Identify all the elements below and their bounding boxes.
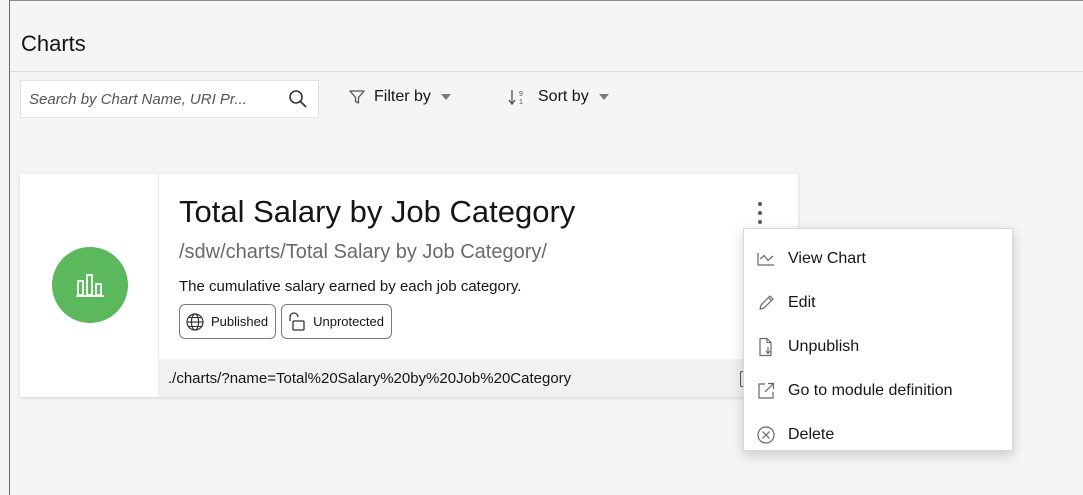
- pencil-icon: [759, 295, 774, 310]
- menu-item-label: Edit: [788, 294, 816, 311]
- chart-tags: Published Unprotected: [179, 304, 392, 339]
- chart-link-footer: ./charts/?name=Total%20Salary%20by%20Job…: [159, 359, 798, 397]
- sort-icon: 9 1: [508, 90, 523, 106]
- external-link-icon: [758, 382, 775, 399]
- globe-icon: [186, 312, 204, 331]
- line-chart-icon: [757, 253, 774, 266]
- chart-link[interactable]: ./charts/?name=Total%20Salary%20by%20Job…: [168, 370, 571, 387]
- page-title: Charts: [21, 31, 86, 56]
- chart-description: The cumulative salary earned by each job…: [179, 278, 522, 295]
- sort-by-label: Sort by: [538, 88, 589, 105]
- filter-icon: [349, 90, 365, 104]
- bar-chart-icon: [76, 274, 104, 297]
- chart-title[interactable]: Total Salary by Job Category: [179, 194, 575, 230]
- search-input[interactable]: [29, 90, 284, 108]
- menu-item-view-chart[interactable]: View Chart: [744, 237, 1012, 281]
- menu-item-edit[interactable]: Edit: [744, 281, 1012, 325]
- unlock-icon: [289, 311, 305, 331]
- menu-item-label: View Chart: [788, 250, 866, 267]
- published-tag: Published: [179, 304, 277, 339]
- menu-item-label: Go to module definition: [788, 382, 953, 399]
- chart-uri: /sdw/charts/Total Salary by Job Category…: [179, 241, 547, 263]
- window-top-border: [9, 0, 1083, 1]
- unpublish-document-icon: [759, 337, 772, 357]
- menu-item-label: Unpublish: [788, 338, 860, 355]
- unprotected-tag-label: Unprotected: [313, 314, 384, 329]
- menu-item-unpublish[interactable]: Unpublish: [744, 325, 1012, 369]
- filter-by-button[interactable]: Filter by: [348, 88, 451, 106]
- menu-item-label: Delete: [788, 426, 835, 443]
- published-tag-label: Published: [211, 314, 269, 329]
- svg-text:1: 1: [519, 99, 523, 106]
- chart-badge: [52, 247, 128, 323]
- search-box[interactable]: [20, 80, 319, 118]
- window-left-border: [9, 0, 10, 495]
- chart-actions-menu: View Chart Edit Unpublish Go to module d…: [743, 228, 1013, 451]
- svg-text:9: 9: [519, 91, 523, 98]
- delete-circle-icon: [757, 426, 775, 444]
- menu-item-go-to-module-definition[interactable]: Go to module definition: [744, 369, 1012, 413]
- title-divider: [10, 71, 1083, 72]
- search-icon[interactable]: [288, 89, 308, 109]
- menu-item-delete[interactable]: Delete: [744, 413, 1012, 457]
- card-icon-panel: [20, 174, 159, 397]
- more-options-icon[interactable]: [753, 200, 767, 226]
- chart-card[interactable]: Total Salary by Job Category /sdw/charts…: [20, 174, 798, 397]
- unprotected-tag: Unprotected: [281, 304, 392, 339]
- chevron-down-icon: [598, 94, 609, 100]
- sort-by-button[interactable]: 9 1 Sort by: [508, 88, 609, 106]
- filter-by-label: Filter by: [374, 88, 431, 105]
- chevron-down-icon: [440, 94, 451, 100]
